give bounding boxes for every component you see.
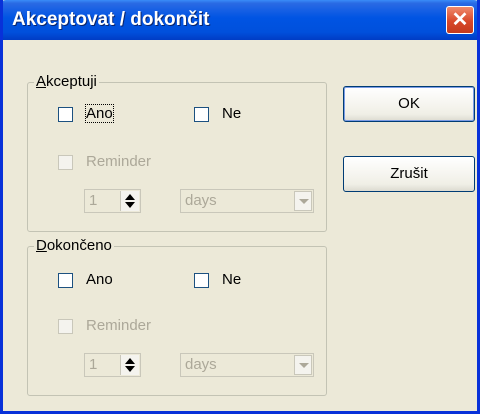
chevron-down-icon [294,355,312,375]
ok-button[interactable]: OK [343,86,475,122]
spinner-arrows-icon [120,355,139,375]
done-no-label[interactable]: Ne [222,271,241,288]
title-bar[interactable]: Akceptovat / dokončit ✕ [3,0,477,40]
spinner-arrows-icon [120,191,139,211]
done-yes-label[interactable]: Ano [86,271,113,288]
accepted-reminder-unit-select: days [180,189,314,213]
cancel-button[interactable]: Zrušit [343,156,475,192]
window-title: Akceptovat / dokončit [12,9,210,30]
accepted-yes-label[interactable]: Ano [85,104,114,123]
accepted-yes-checkbox[interactable] [58,107,73,122]
done-reminder-checkbox [58,319,73,334]
chevron-down-icon [294,191,312,211]
accepted-groupbox: Akceptuji Ano Ne Reminder 1 days [27,73,327,232]
accepted-no-checkbox[interactable] [194,107,209,122]
done-groupbox: Dokončeno Ano Ne Reminder 1 days [27,237,327,396]
done-reminder-stepper: 1 [84,353,141,377]
accepted-reminder-label: Reminder [86,153,152,170]
accepted-group-legend: Akceptuji [34,73,99,90]
done-reminder-value: 1 [89,356,98,373]
accepted-reminder-value: 1 [89,192,98,209]
done-reminder-unit-select: days [180,353,314,377]
done-no-checkbox[interactable] [194,273,209,288]
done-yes-checkbox[interactable] [58,273,73,288]
done-reminder-unit: days [185,356,217,373]
accepted-reminder-unit: days [185,192,217,209]
close-icon[interactable]: ✕ [446,6,474,34]
accepted-reminder-stepper: 1 [84,189,141,213]
accepted-no-label[interactable]: Ne [222,105,241,122]
done-group-legend: Dokončeno [34,237,114,254]
done-reminder-label: Reminder [86,317,152,334]
dialog-window: Akceptovat / dokončit ✕ Akceptuji Ano Ne… [0,0,480,414]
accepted-reminder-checkbox [58,155,73,170]
